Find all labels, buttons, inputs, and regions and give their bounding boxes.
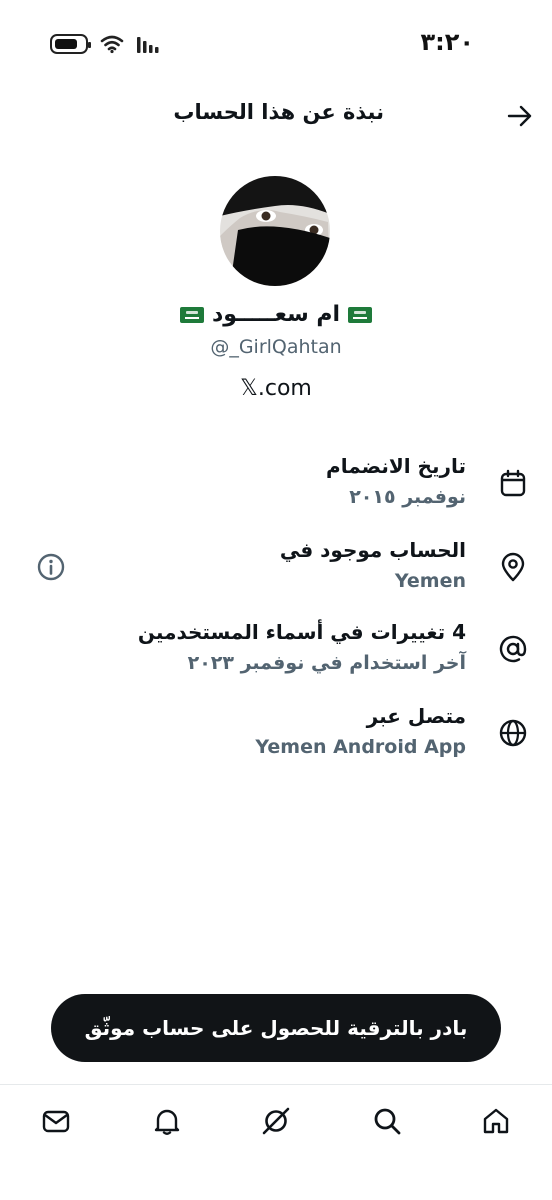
bell-icon bbox=[154, 1109, 180, 1135]
nav-messages[interactable] bbox=[38, 1103, 74, 1139]
saudi-flag-icon bbox=[348, 306, 373, 323]
info-row-username-changes: 4 تغييرات في أسماء المستخدمين آخر استخدا… bbox=[0, 620, 552, 690]
wifi-icon bbox=[100, 35, 124, 54]
arrow-right-icon bbox=[507, 105, 532, 127]
at-sign-icon bbox=[499, 635, 527, 663]
search-icon bbox=[374, 1108, 401, 1135]
globe-icon bbox=[499, 719, 527, 747]
signal-icon bbox=[137, 37, 159, 53]
upgrade-button[interactable]: بادر بالترقية للحصول على حساب موثّق bbox=[51, 994, 501, 1062]
mail-icon bbox=[42, 1110, 70, 1133]
connected-via-label: متصل عبر bbox=[366, 704, 466, 728]
profile-name: ام سعـــــود bbox=[211, 302, 341, 327]
nav-grok[interactable] bbox=[258, 1103, 294, 1139]
profile-handle: @_GirlQahtan bbox=[210, 336, 342, 358]
location-value: Yemen bbox=[394, 570, 466, 592]
location-pin-icon bbox=[501, 552, 525, 582]
username-changes-label: 4 تغييرات في أسماء المستخدمين bbox=[137, 620, 466, 644]
bottom-nav bbox=[0, 1084, 552, 1200]
status-time: ٣:٢٠ bbox=[420, 28, 474, 56]
username-changes-value: آخر استخدام في نوفمبر ٢٠٢٣ bbox=[187, 652, 466, 674]
profile-name-row: ام سعـــــود bbox=[0, 302, 552, 327]
avatar[interactable] bbox=[220, 176, 330, 286]
info-icon[interactable] bbox=[36, 552, 66, 582]
joined-value: نوفمبر ٢٠١٥ bbox=[349, 486, 466, 508]
nav-notifications[interactable] bbox=[149, 1103, 185, 1139]
page-title: نبذة عن هذا الحساب bbox=[173, 100, 384, 124]
calendar-icon bbox=[500, 469, 526, 497]
joined-label: تاريخ الانضمام bbox=[326, 454, 466, 478]
nav-search[interactable] bbox=[369, 1103, 405, 1139]
header: نبذة عن هذا الحساب bbox=[0, 92, 552, 138]
status-bar: ٣:٢٠ bbox=[0, 0, 552, 90]
website-link[interactable]: 𝕏.com bbox=[0, 376, 552, 401]
status-icons bbox=[50, 34, 160, 54]
info-row-connected-via: متصل عبر Yemen Android App bbox=[0, 704, 552, 774]
saudi-flag-icon bbox=[179, 306, 204, 323]
back-button[interactable] bbox=[504, 100, 536, 132]
nav-home[interactable] bbox=[478, 1103, 514, 1139]
grok-icon bbox=[262, 1107, 290, 1135]
home-icon bbox=[483, 1108, 509, 1134]
location-label: الحساب موجود في bbox=[279, 538, 466, 562]
battery-icon bbox=[50, 34, 91, 54]
info-row-joined: تاريخ الانضمام نوفمبر ٢٠١٥ bbox=[0, 454, 552, 524]
info-row-location: الحساب موجود في Yemen bbox=[0, 538, 552, 608]
connected-via-value: Yemen Android App bbox=[255, 736, 466, 758]
